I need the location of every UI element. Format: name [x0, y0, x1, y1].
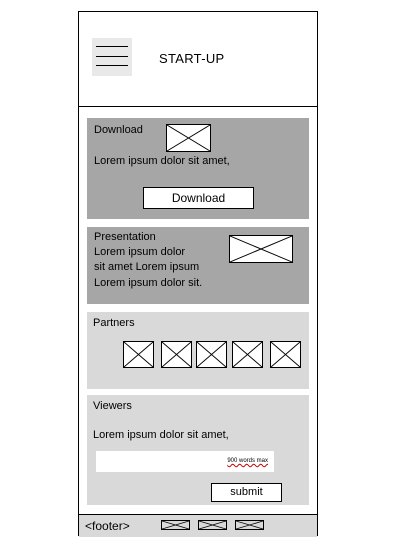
presentation-line: Lorem ipsum dolor	[94, 246, 186, 258]
viewers-title: Viewers	[93, 400, 132, 412]
footer: <footer>	[79, 514, 317, 537]
brand-title: START-UP	[159, 51, 225, 66]
presentation-line: Lorem ipsum dolor sit.	[94, 277, 203, 289]
comment-field[interactable]: 900 words max	[96, 451, 274, 472]
partner-logo-icon	[270, 341, 301, 368]
footer-image-icon	[161, 520, 190, 530]
presentation-title: Presentation	[94, 231, 156, 243]
download-section: Download Lorem ipsum dolor sit amet, Dow…	[87, 118, 309, 219]
presentation-section: Presentation Lorem ipsum dolor sit amet …	[87, 227, 309, 304]
phone-frame: START-UP Download Lorem ipsum dolor sit …	[78, 11, 318, 537]
submit-button[interactable]: submit	[211, 483, 282, 502]
partner-logo-icon	[232, 341, 263, 368]
download-text: Lorem ipsum dolor sit amet,	[94, 155, 230, 167]
presentation-line: sit amet Lorem ipsum	[94, 261, 200, 273]
partner-logo-icon	[196, 341, 227, 368]
download-button[interactable]: Download	[143, 187, 254, 209]
download-title: Download	[94, 124, 143, 136]
viewers-section: Viewers Lorem ipsum dolor sit amet, 900 …	[87, 395, 309, 505]
footer-label: <footer>	[85, 519, 130, 533]
partners-title: Partners	[93, 317, 135, 329]
viewers-text: Lorem ipsum dolor sit amet,	[93, 429, 229, 441]
header: START-UP	[79, 12, 317, 107]
partner-logo-icon	[123, 341, 154, 368]
image-placeholder-icon	[166, 124, 211, 152]
partner-logo-icon	[161, 341, 192, 368]
hamburger-menu-icon[interactable]	[92, 38, 132, 76]
footer-image-icon	[198, 520, 227, 530]
partners-section: Partners	[87, 312, 309, 389]
image-placeholder-icon	[229, 235, 293, 263]
footer-image-icon	[235, 520, 264, 530]
word-limit-hint: 900 words max	[227, 458, 268, 464]
